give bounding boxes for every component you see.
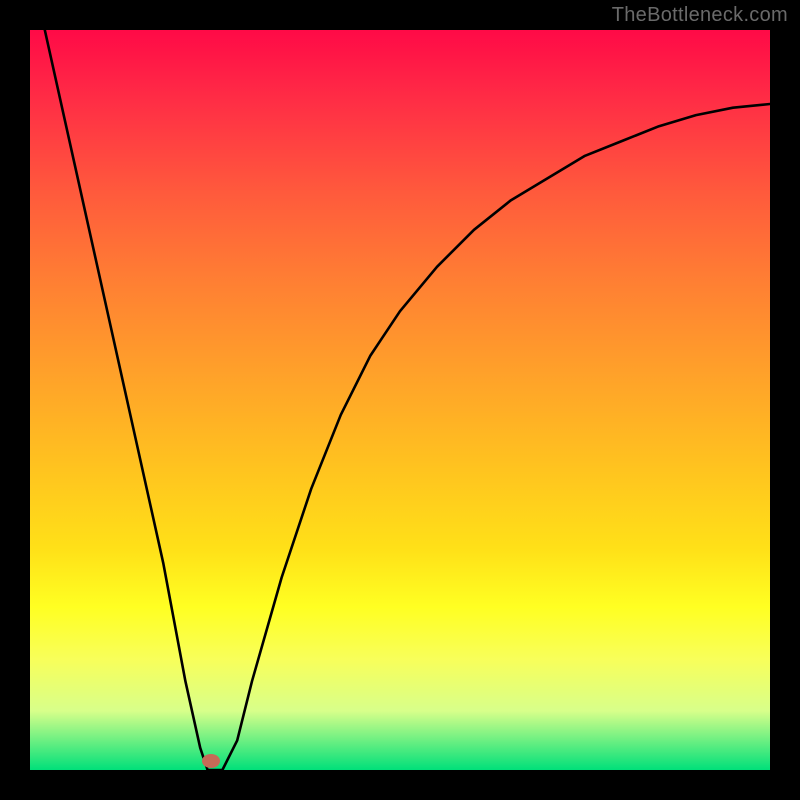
- chart-curve-svg: [30, 30, 770, 770]
- bottleneck-curve-line: [45, 30, 770, 770]
- watermark-text: TheBottleneck.com: [612, 4, 788, 27]
- minimum-point-marker: [202, 754, 220, 768]
